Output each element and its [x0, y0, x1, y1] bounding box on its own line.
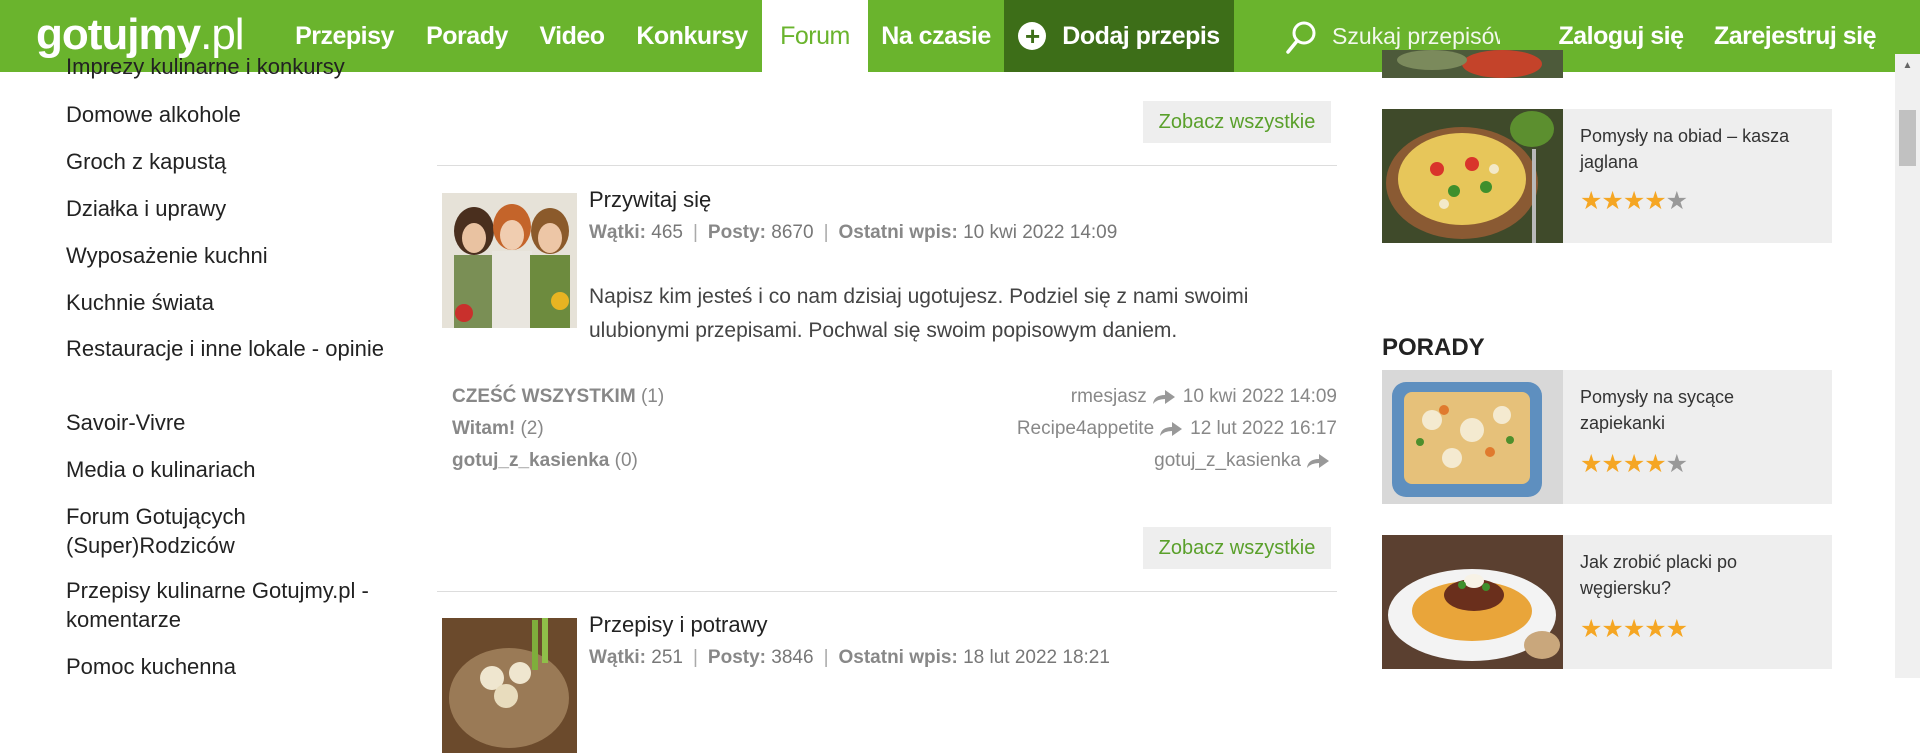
sidebar-item-restauracje[interactable]: Restauracje i inne lokale - opinie [66, 334, 396, 363]
topic-count: (0) [614, 450, 638, 471]
advice-card[interactable]: Pomysły na sycące zapiekanki ★★★★★ [1382, 370, 1832, 504]
advice-image [1382, 370, 1563, 504]
threads-count: 251 [651, 647, 683, 668]
last-post-label: Ostatni wpis: [838, 222, 958, 243]
nav-porady[interactable]: Porady [414, 0, 520, 72]
topic-author[interactable]: Recipe4appetite [1017, 418, 1154, 440]
forum-thumbnail[interactable] [442, 618, 577, 753]
sidebar-item-dzialka[interactable]: Działka i uprawy [66, 194, 396, 223]
last-post-date: 18 lut 2022 18:21 [963, 647, 1110, 668]
topic-link[interactable]: gotuj_z_kasienka (0) [452, 450, 638, 472]
topic-last-post: gotuj_z_kasienka [1154, 450, 1337, 472]
nav-video[interactable]: Video [529, 0, 615, 72]
topic-last-post: rmesjasz 10 kwi 2022 14:09 [1071, 386, 1337, 408]
see-all-button[interactable]: Zobacz wszystkie [1143, 527, 1331, 569]
sidebar-item-alkohole[interactable]: Domowe alkohole [66, 100, 396, 129]
sidebar-item-groch[interactable]: Groch z kapustą [66, 147, 396, 176]
last-post-label: Ostatni wpis: [838, 647, 958, 668]
advice-image [1382, 535, 1563, 669]
sidebar-item-rodzice[interactable]: Forum Gotujących (Super)Rodziców [66, 502, 396, 560]
forum-section-title[interactable]: Przywitaj się [589, 187, 711, 213]
sidebar-item-imprezy[interactable]: Imprezy kulinarne i konkursy [66, 52, 396, 81]
topic-date: 10 kwi 2022 14:09 [1182, 386, 1337, 407]
topic-last-post: Recipe4appetite 12 lut 2022 16:17 [1017, 418, 1337, 440]
recipe-title[interactable]: Pomysły na obiad – kasza jaglana [1580, 123, 1810, 175]
forum-section-stats: Wątki: 465 | Posty: 8670 | Ostatni wpis: 10 … [589, 222, 1118, 243]
rating-stars: ★★★★★ [1580, 450, 1688, 478]
divider [437, 591, 1337, 592]
scroll-thumb[interactable] [1899, 110, 1916, 166]
topic-author[interactable]: rmesjasz [1071, 386, 1147, 408]
recipe-card-partial[interactable] [1382, 50, 1832, 78]
recipe-card[interactable]: Pomysły na obiad – kasza jaglana ★★★★★ [1382, 109, 1832, 243]
search-icon[interactable] [1285, 20, 1317, 56]
topic-count: (1) [640, 386, 665, 407]
sidebar-item-media[interactable]: Media o kulinariach [66, 455, 396, 484]
search-input[interactable] [1330, 18, 1502, 54]
forum-section-description: Napisz kim jesteś i co nam dzisiaj ugotu… [589, 285, 1249, 342]
plus-icon: + [1018, 22, 1047, 50]
topic-link[interactable]: Witam! (2) [452, 418, 544, 440]
divider [437, 165, 1337, 166]
nav-konkursy[interactable]: Konkursy [626, 0, 758, 72]
section-heading-porady: PORADY [1382, 334, 1485, 361]
rating-stars: ★★★★★ [1580, 187, 1688, 215]
page-scrollbar[interactable]: ▲ [1895, 54, 1920, 678]
nav-na-czasie[interactable]: Na czasie [868, 0, 1004, 72]
posts-count: 8670 [771, 222, 814, 243]
topic-title: Witam! [452, 418, 516, 439]
forum-section-stats: Wątki: 251 | Posty: 3846 | Ostatni wpis: 18 … [589, 647, 1110, 668]
sidebar-item-savoir-vivre[interactable]: Savoir-Vivre [66, 408, 396, 437]
topic-author[interactable]: gotuj_z_kasienka [1154, 450, 1301, 472]
posts-label: Posty: [707, 222, 766, 243]
forum-thumbnail[interactable] [442, 193, 577, 328]
add-recipe-button[interactable]: + Dodaj przepis [1004, 0, 1234, 72]
advice-card[interactable]: Jak zrobić placki po węgiersku? ★★★★★ [1382, 535, 1832, 669]
topic-title: gotuj_z_kasienka [452, 450, 610, 471]
sidebar-item-kuchnie[interactable]: Kuchnie świata [66, 288, 396, 317]
see-all-button[interactable]: Zobacz wszystkie [1143, 101, 1331, 143]
threads-count: 465 [651, 222, 683, 243]
topic-count: (2) [520, 418, 544, 439]
recipe-image [1382, 109, 1563, 243]
sidebar-item-pomoc[interactable]: Pomoc kuchenna [66, 652, 396, 681]
recipe-image [1382, 50, 1563, 78]
topic-title: CZEŚĆ WSZYSTKIM [452, 386, 636, 407]
posts-count: 3846 [771, 647, 814, 668]
threads-label: Wątki: [589, 647, 646, 668]
last-post-date: 10 kwi 2022 14:09 [963, 222, 1118, 243]
topic-link[interactable]: CZEŚĆ WSZYSTKIM (1) [452, 386, 664, 408]
reply-arrow-icon [1307, 454, 1329, 468]
rating-stars: ★★★★★ [1580, 615, 1688, 643]
scroll-up-arrow-icon[interactable]: ▲ [1895, 54, 1920, 76]
sidebar-item-komentarze[interactable]: Przepisy kulinarne Gotujmy.pl - komentar… [66, 576, 396, 634]
reply-arrow-icon [1160, 422, 1183, 436]
threads-label: Wątki: [589, 222, 646, 243]
add-recipe-label: Dodaj przepis [1062, 21, 1220, 50]
reply-arrow-icon [1152, 390, 1175, 404]
forum-section-title[interactable]: Przepisy i potrawy [589, 612, 768, 638]
advice-title[interactable]: Jak zrobić placki po węgiersku? [1580, 549, 1810, 601]
posts-label: Posty: [707, 647, 766, 668]
topic-date: 12 lut 2022 16:17 [1190, 418, 1337, 439]
advice-title[interactable]: Pomysły na sycące zapiekanki [1580, 384, 1810, 436]
nav-forum[interactable]: Forum [762, 0, 868, 72]
sidebar-item-wyposazenie[interactable]: Wyposażenie kuchni [66, 241, 396, 270]
